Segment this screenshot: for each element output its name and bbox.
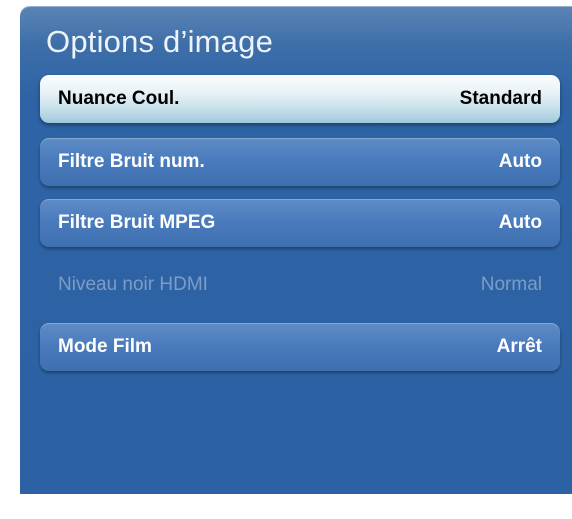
picture-options-menu: Options d’image Nuance Coul. Standard Fi… bbox=[20, 6, 572, 494]
menu-item-value: Standard bbox=[459, 88, 542, 109]
menu-item-value: Normal bbox=[480, 274, 542, 295]
menu-item-label: Niveau noir HDMI bbox=[58, 274, 208, 295]
menu-item-value: Auto bbox=[498, 212, 542, 233]
menu-item-label: Nuance Coul. bbox=[58, 88, 180, 109]
menu-item-value: Arrêt bbox=[496, 336, 542, 357]
menu-item-label: Filtre Bruit MPEG bbox=[58, 212, 216, 233]
menu-title: Options d’image bbox=[46, 24, 274, 59]
menu-item-filtre-bruit-mpeg[interactable]: Filtre Bruit MPEG Auto bbox=[40, 199, 560, 247]
menu-item-value: Auto bbox=[498, 151, 542, 172]
menu-item-label: Mode Film bbox=[58, 336, 152, 357]
menu-item-filtre-bruit-num[interactable]: Filtre Bruit num. Auto bbox=[40, 138, 560, 186]
menu-item-niveau-noir-hdmi: Niveau noir HDMI Normal bbox=[40, 261, 560, 309]
menu-item-nuance-coul[interactable]: Nuance Coul. Standard bbox=[40, 75, 560, 123]
menu-item-label: Filtre Bruit num. bbox=[58, 151, 205, 172]
menu-item-mode-film[interactable]: Mode Film Arrêt bbox=[40, 323, 560, 371]
